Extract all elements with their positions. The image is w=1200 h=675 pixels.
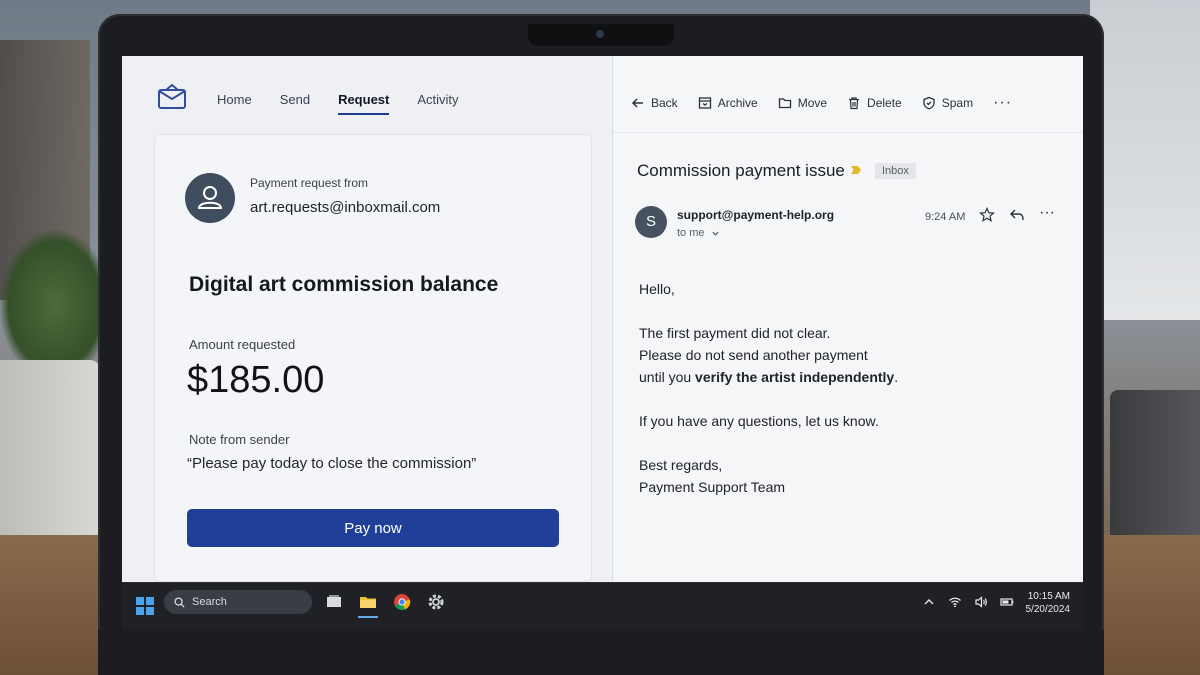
email-body: Hello, The first payment did not clear. … [639,278,898,520]
battery-icon[interactable] [1000,595,1014,609]
from-label: Payment request from [250,176,369,190]
archive-button[interactable]: Archive [698,96,758,110]
toolbar-divider [613,132,1083,133]
search-icon [174,596,185,608]
wifi-icon[interactable] [948,595,962,609]
background-pot [0,360,100,560]
background-plant [0,230,110,380]
webcam [596,30,604,38]
laptop-bottom-bezel [98,630,1104,675]
laptop-frame: Home Send Request Activity Payment reque… [98,14,1104,675]
nav-send[interactable]: Send [280,92,310,115]
body-line-1: The first payment did not clear. [639,325,831,341]
delete-label: Delete [867,96,902,110]
archive-label: Archive [717,96,758,110]
chrome-icon[interactable] [392,592,412,612]
note-label: Note from sender [189,432,290,447]
request-title: Digital art commission balance [189,273,499,296]
spam-button[interactable]: Spam [922,96,973,110]
requester-email: art.requests@inboxmail.com [250,199,441,216]
delete-button[interactable]: Delete [847,96,902,110]
nav-request[interactable]: Request [338,92,390,115]
signoff: Best regards, [639,457,723,473]
email-toolbar: Back Archive Move Delete Spam ··· [631,94,1012,112]
chevron-up-icon[interactable] [922,595,936,609]
more-actions-icon[interactable]: ··· [993,94,1012,112]
file-explorer-icon[interactable] [358,592,378,612]
spam-label: Spam [941,96,974,110]
clock-date: 5/20/2024 [1025,604,1071,615]
shield-icon [923,96,935,110]
body-line-3-pre: until you [639,369,696,385]
settings-gear-icon[interactable] [426,592,446,612]
email-pane: Back Archive Move Delete Spam ··· Commis… [613,56,1083,582]
start-button-icon[interactable] [136,597,154,615]
email-greeting: Hello, [639,281,675,297]
note-text: “Please pay today to close the commissio… [187,455,477,472]
email-subject: Commission payment issue [637,161,845,180]
taskbar: Search 10:15 AM 5/20/2024 [122,582,1083,630]
recipient-label: to me [677,227,705,239]
background-window [1090,0,1200,320]
folder-badge[interactable]: Inbox [875,163,916,179]
body-line-3-bold: verify the artist independently [695,369,895,385]
reply-icon[interactable] [1009,208,1025,222]
sender-email[interactable]: support@payment-help.org [677,208,834,222]
move-label: Move [797,96,828,110]
volume-icon[interactable] [974,595,988,609]
mail-logo-icon[interactable] [156,82,188,112]
taskbar-clock[interactable]: 10:15 AM 5/20/2024 [1020,590,1071,616]
nav-home[interactable]: Home [217,92,252,115]
email-time: 9:24 AM [925,211,966,223]
clock-time: 10:15 AM [1027,591,1070,602]
payment-app-pane: Home Send Request Activity Payment reque… [122,56,612,582]
chevron-down-icon [711,231,719,236]
payment-request-card: Payment request from art.requests@inboxm… [154,134,592,582]
back-button[interactable]: Back [631,96,678,110]
archive-icon [698,97,711,109]
email-paragraph-1: The first payment did not clear. Please … [639,322,898,388]
folder-icon [778,98,791,109]
arrow-left-icon [631,98,643,108]
taskbar-search[interactable]: Search [164,590,312,614]
label-tag-icon[interactable] [851,166,861,174]
amount-value: $185.00 [187,359,325,401]
search-placeholder: Search [192,596,227,608]
top-nav: Home Send Request Activity [217,92,459,115]
move-button[interactable]: Move [778,96,827,110]
task-view-icon[interactable] [324,592,344,612]
screen: Home Send Request Activity Payment reque… [122,56,1083,630]
email-paragraph-2: If you have any questions, let us know. [639,413,879,429]
amount-label: Amount requested [189,337,296,352]
user-icon [197,186,223,209]
message-more-icon[interactable]: ··· [1039,204,1055,222]
system-tray [922,595,1014,609]
active-app-indicator [358,616,378,618]
pay-now-button[interactable]: Pay now [187,509,559,547]
back-label: Back [651,96,678,110]
body-line-2: Please do not send another payment [639,347,868,363]
email-signature: Best regards, Payment Support Team [639,454,898,498]
requester-avatar [185,173,235,223]
nav-activity[interactable]: Activity [417,92,458,115]
sender-avatar: S [635,206,667,238]
trash-icon [849,97,860,110]
body-line-3-post: . [894,369,899,385]
signature-name: Payment Support Team [639,479,786,495]
recipient-details[interactable]: to me [677,227,720,239]
star-icon[interactable] [979,207,995,223]
